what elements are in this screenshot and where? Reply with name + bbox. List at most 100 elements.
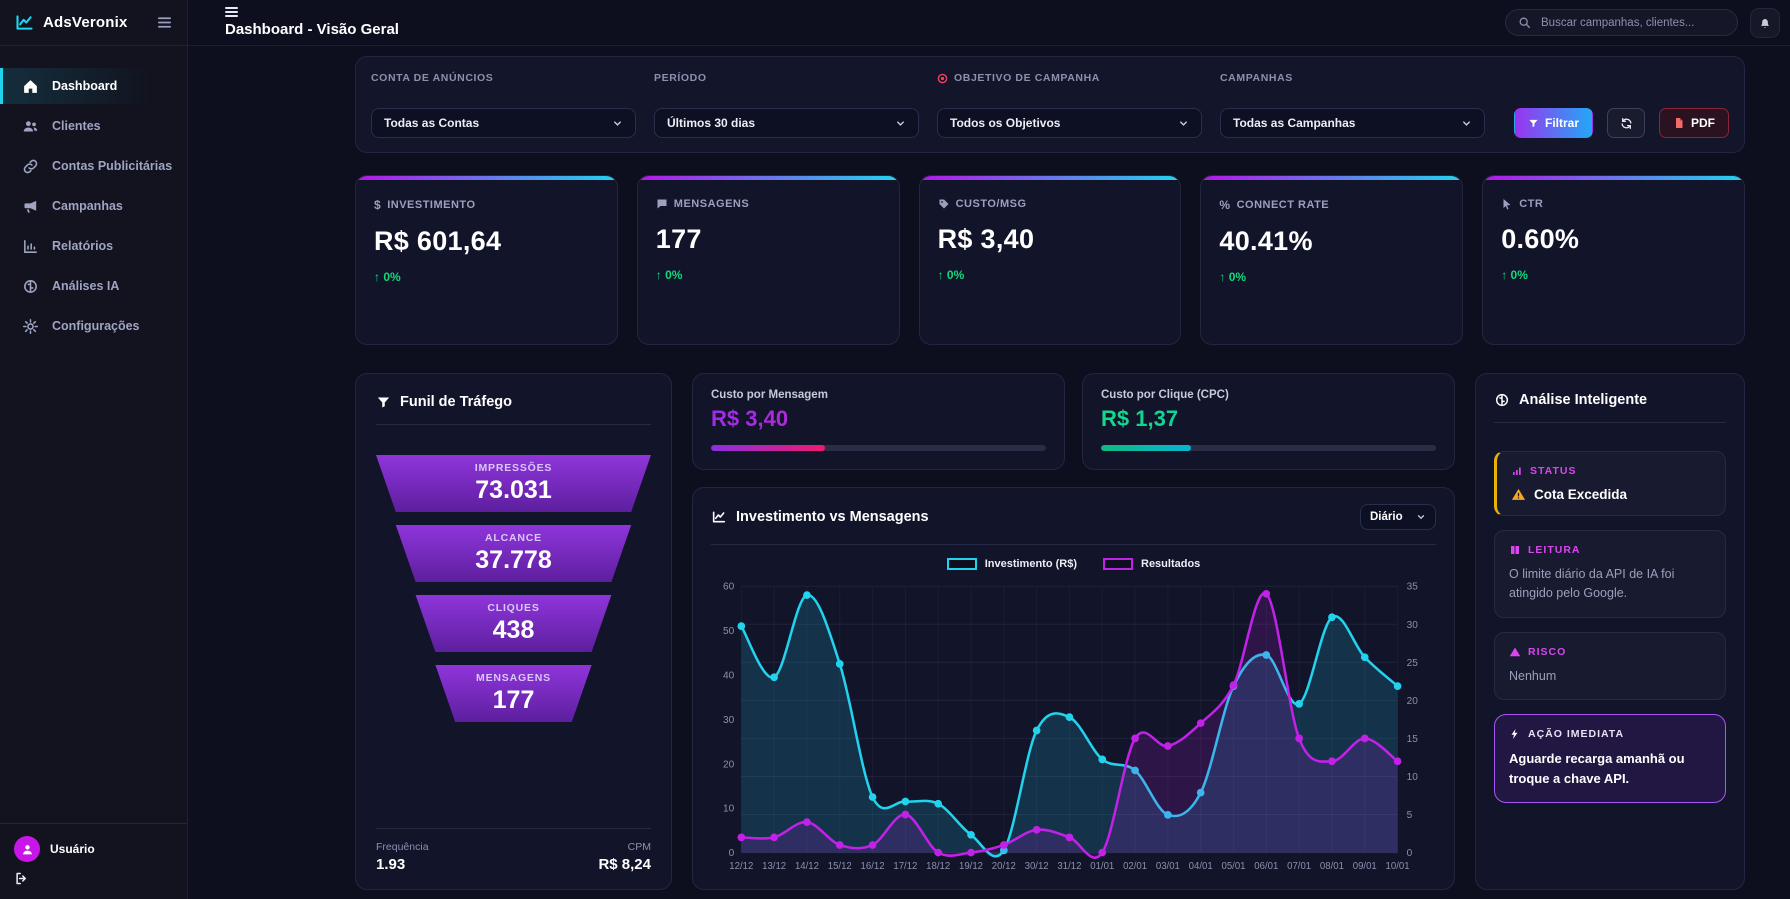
users-icon [22, 118, 39, 135]
sidebar-nav: Dashboard Clientes Contas Publicitárias … [0, 46, 187, 823]
svg-text:40: 40 [723, 671, 735, 682]
divider [1494, 422, 1726, 423]
pdf-button[interactable]: PDF [1659, 108, 1729, 138]
sidebar-item-dashboard[interactable]: Dashboard [0, 68, 177, 104]
svg-text:0: 0 [729, 848, 735, 859]
avatar[interactable] [14, 836, 40, 862]
filter-label: PERÍODO [654, 72, 707, 84]
insight-label: STATUS [1511, 465, 1711, 477]
legend-item-resultados[interactable]: Resultados [1103, 558, 1200, 570]
legend-item-investimento[interactable]: Investimento (R$) [946, 558, 1077, 570]
logout-icon[interactable] [14, 871, 29, 886]
tag-icon [938, 198, 950, 210]
sidebar-item-label: Relatórios [52, 239, 114, 253]
middle-column: Custo por Mensagem R$ 3,40 Custo por Cli… [692, 373, 1455, 890]
svg-text:10: 10 [1407, 772, 1419, 783]
svg-text:17/12: 17/12 [893, 861, 917, 872]
sidebar-item-clientes[interactable]: Clientes [0, 108, 177, 144]
svg-text:10/01: 10/01 [1386, 861, 1410, 872]
svg-text:19/12: 19/12 [959, 861, 983, 872]
filter-field-conta: CONTA DE ANÚNCIOS Todas as Contas [371, 72, 636, 138]
kpi-delta: ↑ 0% [655, 268, 683, 282]
dollar-icon: $ [374, 198, 382, 212]
kpi-label: MENSAGENS [656, 198, 881, 210]
logo-chart-icon [14, 12, 35, 33]
svg-text:02/01: 02/01 [1123, 861, 1147, 872]
app-window: AdsVeronix Dashboard Clientes Contas Pub… [0, 0, 1790, 899]
user-profile[interactable]: Usuário [14, 836, 173, 862]
notifications-button[interactable] [1750, 7, 1780, 38]
periodo-select[interactable]: Últimos 30 dias [654, 108, 919, 138]
filter-actions: Filtrar PDF [1513, 72, 1729, 138]
filtrar-button[interactable]: Filtrar [1513, 108, 1593, 138]
search-bar[interactable] [1505, 9, 1738, 36]
stage-label: CLIQUES [487, 602, 540, 614]
kpi-delta: ↑ 0% [374, 270, 401, 284]
kpi-value: R$ 601,64 [374, 226, 502, 256]
insight-card-acao-imediata: AÇÃO IMEDIATA Aguarde recarga amanhã ou … [1494, 714, 1726, 804]
search-icon [1518, 16, 1531, 29]
pdf-file-icon [1673, 117, 1685, 129]
svg-text:35: 35 [1407, 582, 1419, 593]
metric-value: R$ 8,24 [598, 856, 651, 873]
svg-text:5: 5 [1407, 810, 1413, 821]
kpi-label: $ INVESTIMENTO [374, 198, 476, 212]
refresh-icon [1620, 117, 1633, 130]
megaphone-icon [22, 198, 39, 215]
sidebar-item-campanhas[interactable]: Campanhas [0, 188, 177, 224]
refresh-button[interactable] [1607, 108, 1645, 138]
link-icon [22, 158, 39, 175]
chevron-down-icon [1416, 512, 1426, 522]
sidebar-item-relatorios[interactable]: Relatórios [0, 228, 177, 264]
svg-text:08/01: 08/01 [1320, 861, 1344, 872]
svg-text:03/01: 03/01 [1156, 861, 1180, 872]
sidebar-item-configuracoes[interactable]: Configurações [0, 308, 177, 344]
cost-row: Custo por Mensagem R$ 3,40 Custo por Cli… [692, 373, 1455, 470]
svg-text:14/12: 14/12 [795, 861, 819, 872]
content-menu-icon[interactable] [225, 7, 238, 17]
select-value: Todas as Contas [384, 116, 480, 130]
sidebar-item-contas-publicitarias[interactable]: Contas Publicitárias [0, 148, 177, 184]
select-value: Últimos 30 dias [667, 116, 756, 130]
funnel-footer: Frequência 1.93 CPM R$ 8,24 [376, 828, 651, 873]
conta-select[interactable]: Todas as Contas [371, 108, 636, 138]
kpi-delta: ↑ 0% [937, 268, 965, 282]
funnel-stage-cliques: CLIQUES 438 [415, 595, 612, 652]
svg-text:60: 60 [723, 582, 735, 593]
search-input[interactable] [1539, 15, 1725, 30]
sidebar-toggle-icon[interactable] [156, 14, 173, 31]
divider [711, 544, 1436, 545]
cost-card-cpc: Custo por Clique (CPC) R$ 1,37 [1082, 373, 1455, 470]
book-icon [1509, 544, 1521, 556]
funnel-stage-alcance: ALCANCE 37.778 [395, 525, 632, 582]
app-name: AdsVeronix [43, 14, 128, 31]
filter-label: CAMPANHAS [1220, 72, 1293, 84]
objetivo-select[interactable]: Todos os Objetivos [937, 108, 1202, 138]
insight-label: LEITURA [1509, 544, 1711, 556]
period-granularity-select[interactable]: Diário [1360, 504, 1436, 530]
title-block: Dashboard - Visão Geral [225, 7, 399, 38]
sidebar-item-analises-ia[interactable]: Análises IA [0, 268, 177, 304]
kpi-card-mensagens: MENSAGENS 177 ↑ 0% [636, 175, 900, 345]
frequencia-metric: Frequência 1.93 [376, 841, 429, 873]
chevron-down-icon [895, 118, 906, 129]
sidebar-item-label: Análises IA [52, 279, 120, 293]
insight-card-status: STATUS Cota Excedida [1494, 451, 1726, 516]
kpi-row: $ INVESTIMENTO R$ 601,64 ↑ 0% MENSAGENS … [355, 175, 1745, 345]
svg-text:12/12: 12/12 [729, 861, 753, 872]
svg-text:20: 20 [1407, 696, 1419, 707]
filter-field-objetivo: OBJETIVO DE CAMPANHA Todos os Objetivos [937, 72, 1202, 138]
select-value: Todos os Objetivos [950, 116, 1061, 130]
campanhas-select[interactable]: Todas as Campanhas [1220, 108, 1485, 138]
sidebar-item-label: Contas Publicitárias [52, 159, 173, 173]
sidebar-item-label: Clientes [52, 119, 101, 133]
svg-text:06/01: 06/01 [1254, 861, 1278, 872]
select-value: Diário [1370, 511, 1403, 523]
progress-fill [711, 445, 825, 451]
content: CONTA DE ANÚNCIOS Todas as Contas PERÍOD… [188, 46, 1790, 890]
kpi-value: 0.60% [1501, 224, 1580, 254]
svg-text:15/12: 15/12 [828, 861, 852, 872]
cursor-icon [1501, 198, 1513, 210]
kpi-card-custo-msg: CUSTO/MSG R$ 3,40 ↑ 0% [918, 175, 1182, 345]
insight-text: Aguarde recarga amanhã ou troque a chave… [1509, 751, 1685, 787]
